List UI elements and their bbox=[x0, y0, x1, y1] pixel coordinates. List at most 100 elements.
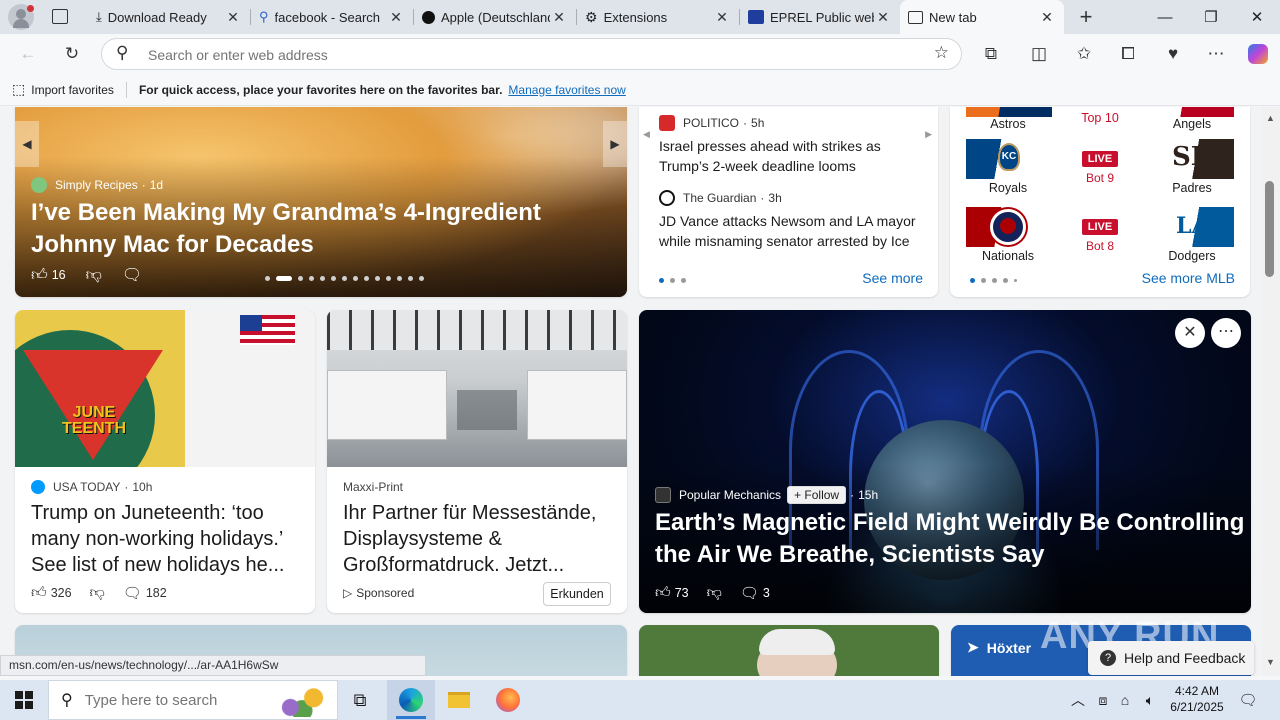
tray-overflow-icon[interactable]: ︿ bbox=[1066, 680, 1090, 720]
carousel-dot[interactable] bbox=[298, 276, 303, 281]
new-tab-button[interactable]: + bbox=[1072, 4, 1100, 30]
comment-icon[interactable]: 🗨︎ bbox=[123, 584, 142, 602]
close-tab-icon[interactable]: ✕ bbox=[1038, 9, 1056, 26]
carousel-dot[interactable] bbox=[386, 276, 391, 281]
wifi-icon[interactable]: ⌂ bbox=[1114, 680, 1136, 720]
carousel-dot[interactable] bbox=[408, 276, 413, 281]
feature-card[interactable]: ✕ ⋯ Popular Mechanics + Follow · 15h Eart… bbox=[639, 310, 1251, 613]
refresh-icon[interactable]: ↻ bbox=[56, 38, 88, 70]
taskbar-clock[interactable]: 4:42 AM 6/21/2025 bbox=[1162, 683, 1232, 715]
news-card[interactable]: JUNE TEENTH USA TODAY · 10h Trump on Junet… bbox=[15, 310, 315, 613]
tab-actions-icon[interactable] bbox=[52, 9, 68, 24]
feature-title[interactable]: Earth’s Magnetic Field Might Weirdly Be … bbox=[655, 507, 1245, 571]
taskbar-search[interactable]: ⚲ bbox=[48, 680, 338, 720]
carousel-dot[interactable] bbox=[276, 276, 292, 281]
close-tab-icon[interactable]: ✕ bbox=[550, 9, 568, 26]
address-bar[interactable]: ⚲ ☆ bbox=[101, 38, 962, 70]
hero-title[interactable]: I’ve Been Making My Grandma’s 4-Ingredie… bbox=[31, 197, 621, 261]
network-tray-icon[interactable]: ⧈ bbox=[1092, 680, 1114, 720]
task-view-icon[interactable]: ⧉ bbox=[336, 680, 384, 720]
tab-facebook-search[interactable]: ⚲ facebook - Search ✕ bbox=[251, 0, 413, 34]
tab-apple[interactable]: Apple (Deutschland) ✕ bbox=[414, 0, 576, 34]
minimize-icon[interactable]: — bbox=[1142, 0, 1188, 34]
news-card-partial[interactable] bbox=[639, 625, 939, 676]
carousel-dot[interactable] bbox=[342, 276, 347, 281]
card-title[interactable]: Ihr Partner für Messestände, Displaysyst… bbox=[343, 500, 613, 578]
like-icon[interactable]: 👍︎ bbox=[31, 266, 48, 285]
file-explorer-icon[interactable] bbox=[435, 680, 483, 720]
favorites-icon[interactable]: ✩ bbox=[1068, 38, 1100, 70]
close-tab-icon[interactable]: ✕ bbox=[874, 9, 892, 26]
favorite-star-icon[interactable]: ☆ bbox=[934, 43, 949, 63]
start-button[interactable] bbox=[0, 680, 48, 720]
hero-carousel[interactable]: ◀ ▶ Simply Recipes · 1d I’ve Been Making… bbox=[15, 107, 627, 297]
sponsored-card[interactable]: Maxxi-Print Ihr Partner für Messestände,… bbox=[327, 310, 627, 613]
carousel-dot[interactable] bbox=[419, 276, 424, 281]
dislike-icon[interactable]: 👎︎ bbox=[86, 266, 102, 285]
browser-essentials-icon[interactable]: ♥ bbox=[1157, 38, 1189, 70]
carousel-dot[interactable] bbox=[353, 276, 358, 281]
restore-icon[interactable]: ❐ bbox=[1188, 0, 1234, 34]
dislike-icon[interactable]: 👎︎ bbox=[90, 584, 105, 602]
dislike-icon[interactable]: 👎︎ bbox=[707, 584, 722, 602]
tab-new-tab[interactable]: New tab ✕ bbox=[900, 0, 1064, 34]
profile-avatar[interactable] bbox=[8, 4, 34, 30]
edge-taskbar-icon[interactable] bbox=[387, 680, 435, 720]
see-more-link[interactable]: See more bbox=[862, 270, 923, 286]
mlb-pager[interactable] bbox=[970, 278, 1023, 283]
firefox-icon[interactable] bbox=[484, 680, 532, 720]
carousel-dot[interactable] bbox=[309, 276, 314, 281]
collections-icon[interactable]: ⧠ bbox=[1112, 38, 1144, 70]
help-feedback-button[interactable]: ? Help and Feedback bbox=[1088, 641, 1254, 675]
tab-extensions[interactable]: ⚙ Extensions ✕ bbox=[577, 0, 739, 34]
card-more-options-button[interactable]: ⋯ bbox=[1211, 318, 1241, 348]
more-menu-icon[interactable]: ⋯ bbox=[1200, 38, 1232, 70]
carousel-dot[interactable] bbox=[397, 276, 402, 281]
follow-button[interactable]: + Follow bbox=[787, 486, 847, 504]
list-next-icon[interactable]: ▶ bbox=[925, 129, 932, 140]
copilot-icon[interactable] bbox=[1242, 38, 1274, 70]
mlb-game-row[interactable]: KC SD Royals LIVE Bot 9 Padres bbox=[966, 139, 1234, 197]
scroll-up-icon[interactable]: ▲ bbox=[1266, 113, 1275, 123]
news-title[interactable]: JD Vance attacks Newsom and LA mayor whi… bbox=[659, 211, 921, 251]
mlb-game-row[interactable]: LA Nationals LIVE Bot 8 Dodgers bbox=[966, 207, 1234, 265]
extensions-icon[interactable]: ⧉ bbox=[975, 38, 1007, 70]
address-input[interactable] bbox=[148, 45, 908, 65]
manage-favorites-link[interactable]: Manage favorites now bbox=[508, 83, 625, 97]
volume-icon[interactable]: 🔈︎ bbox=[1138, 680, 1162, 720]
carousel-dot[interactable] bbox=[331, 276, 336, 281]
close-window-icon[interactable]: ✕ bbox=[1234, 0, 1280, 34]
carousel-dot[interactable] bbox=[375, 276, 380, 281]
notifications-icon[interactable]: 🗨︎ bbox=[1234, 680, 1262, 720]
like-icon[interactable]: 👍︎ bbox=[31, 584, 47, 602]
import-favorites-button[interactable]: Import favorites bbox=[31, 83, 114, 97]
list-prev-icon[interactable]: ◀ bbox=[643, 129, 650, 140]
vertical-scrollbar[interactable]: ▲ ▼ bbox=[1262, 107, 1280, 676]
carousel-prev-button[interactable]: ◀ bbox=[15, 121, 39, 167]
split-screen-icon[interactable]: ◫ bbox=[1023, 38, 1055, 70]
card-title[interactable]: Trump on Juneteenth: ‘too many non-worki… bbox=[31, 500, 301, 578]
carousel-next-button[interactable]: ▶ bbox=[603, 121, 627, 167]
scroll-down-icon[interactable]: ▼ bbox=[1266, 657, 1275, 667]
back-icon[interactable]: ← bbox=[12, 38, 44, 70]
news-item[interactable]: The Guardian · 3h JD Vance attacks Newsom … bbox=[659, 190, 921, 251]
comment-icon[interactable]: 🗨︎ bbox=[122, 265, 142, 285]
carousel-indicator[interactable] bbox=[265, 276, 430, 281]
like-icon[interactable]: 👍︎ bbox=[655, 584, 671, 602]
explore-button[interactable]: Erkunden bbox=[543, 582, 611, 606]
news-item[interactable]: POLITICO · 5h Israel presses ahead with st… bbox=[659, 115, 921, 176]
carousel-dot[interactable] bbox=[265, 276, 270, 281]
carousel-dot[interactable] bbox=[320, 276, 325, 281]
see-more-mlb-link[interactable]: See more MLB bbox=[1142, 270, 1235, 286]
dismiss-card-button[interactable]: ✕ bbox=[1175, 318, 1205, 348]
list-pager[interactable] bbox=[659, 278, 692, 283]
comment-icon[interactable]: 🗨︎ bbox=[740, 584, 759, 602]
scroll-thumb[interactable] bbox=[1265, 181, 1274, 277]
tab-eprel[interactable]: EPREL Public website ✕ bbox=[740, 0, 900, 34]
close-tab-icon[interactable]: ✕ bbox=[713, 9, 731, 26]
taskbar-search-input[interactable] bbox=[84, 691, 305, 709]
close-tab-icon[interactable]: ✕ bbox=[387, 9, 405, 26]
news-title[interactable]: Israel presses ahead with strikes as Tru… bbox=[659, 136, 921, 176]
tab-download-ready[interactable]: ⤓ Download Ready ✕ bbox=[88, 0, 250, 34]
carousel-dot[interactable] bbox=[364, 276, 369, 281]
